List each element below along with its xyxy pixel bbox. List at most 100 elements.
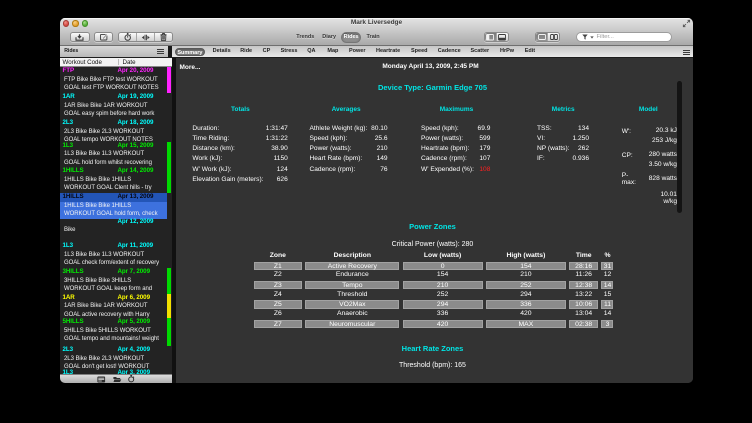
split-ride-button[interactable] [119, 33, 136, 41]
ride-description: 1AR Bike Bike 1AR WORKOUTGOAL active rec… [60, 302, 167, 319]
zone-cell: 154 [486, 262, 566, 270]
stat-value: 76 [380, 165, 387, 175]
ride-row[interactable]: FTPApr 20, 2009FTP Bike Bike FTP test WO… [60, 67, 167, 93]
stat-value: 80.10 [371, 124, 388, 134]
ride-row[interactable]: 1ARApr 6, 20091AR Bike Bike 1AR WORKOUTG… [60, 294, 167, 320]
split-arrows-icon [141, 34, 150, 41]
tab-details[interactable]: Details [213, 46, 231, 57]
tab-hrpw[interactable]: HrPw [500, 46, 514, 57]
tab-summary[interactable]: Summary [175, 48, 205, 56]
tabbed-view-button[interactable] [536, 33, 547, 41]
tab-cadence[interactable]: Cadence [438, 46, 461, 57]
stat-value: 149 [377, 154, 388, 164]
ride-row[interactable]: 5HILLSApr 5, 20095HILLS Bike 5HILLS WORK… [60, 318, 167, 344]
ride-row[interactable]: 1ARApr 19, 20091AR Bike Bike 1AR WORKOUT… [60, 93, 167, 119]
ride-color-bar [167, 167, 171, 193]
ride-description-line: 1AR Bike Bike 1AR WORKOUT [60, 102, 167, 111]
zone-cell: Neuromuscular [305, 320, 399, 328]
zone-row-z1: Z1Active Recovery015428:1631 [254, 262, 613, 272]
ride-row[interactable]: 1HILLSApr 14, 20091HILLS Bike Bike 1HILL… [60, 167, 167, 193]
ride-list: FTPApr 20, 2009FTP Bike Bike FTP test WO… [60, 67, 167, 375]
scope-trends[interactable]: Trends [296, 32, 314, 43]
toggle-sidebar-button[interactable] [485, 33, 496, 41]
ride-date: Apr 13, 2009 [118, 193, 154, 202]
tiled-view-button[interactable] [547, 33, 559, 41]
split-button[interactable] [136, 33, 154, 41]
ride-code: 5HILLS [63, 318, 84, 327]
col-workout-code[interactable]: Workout Code [63, 58, 102, 67]
delete-button[interactable] [154, 33, 172, 41]
tab-power[interactable]: Power [349, 46, 366, 57]
ride-code: 1HILLS [63, 193, 84, 202]
sidebar-menu-icon[interactable] [157, 49, 164, 54]
tabbed-view-icon [538, 34, 546, 40]
tab-stress[interactable]: Stress [281, 46, 298, 57]
tab-edit[interactable]: Edit [525, 46, 535, 57]
zones-header-cell: Low (watts) [403, 252, 483, 260]
stat-row: TSS:134 [537, 124, 589, 134]
tab-scatter[interactable]: Scatter [471, 46, 490, 57]
ride-description-line: GOAL test FTP WORKOUT NOTES [60, 84, 167, 93]
stat-label: Heart Rate (bpm): [310, 155, 363, 162]
view-style-group [535, 32, 560, 42]
stat-label: CP: [622, 152, 635, 159]
ride-code: 1L3 [63, 142, 74, 151]
summary-card-icon[interactable] [97, 376, 106, 383]
ride-row[interactable]: 1L3Apr 11, 20091L3 Bike Bike 1L3 WORKOUT… [60, 242, 167, 268]
folder-icon[interactable] [113, 376, 122, 383]
ride-description: 1AR Bike Bike 1AR WORKOUTGOAL easy spim … [60, 102, 167, 119]
ride-description-line: 1HILLS Bike Bike 1HILLS [60, 176, 167, 185]
zone-row-z4: Z4Threshold25229413:2215 [254, 291, 613, 301]
ride-code: 1AR [63, 294, 75, 303]
ride-code: FTP [63, 67, 75, 76]
zone-cell: 154 [403, 271, 483, 279]
ride-description: FTP Bike Bike FTP test WORKOUTGOAL test … [60, 76, 167, 93]
ride-date: Apr 18, 2009 [118, 119, 154, 128]
fullscreen-icon[interactable] [683, 20, 690, 27]
zone-row-z6: Z6Anaerobic33642013:0414 [254, 310, 613, 320]
col-date[interactable]: Date [123, 58, 136, 67]
zone-cell: 13:04 [569, 310, 598, 318]
ride-row[interactable]: 1L3Apr 15, 20091L3 Bike Bike 1L3 WORKOUT… [60, 142, 167, 168]
zone-cell: 210 [403, 281, 483, 289]
content-scrollbar[interactable] [677, 81, 682, 213]
ride-description-line: 1L3 Bike Bike 1L3 WORKOUT [60, 251, 167, 260]
ride-row[interactable]: 1HILLSApr 13, 20091HILLS Bike Bike 1HILL… [60, 193, 167, 219]
stat-label: Power (watts): [310, 145, 352, 152]
tab-cp[interactable]: CP [263, 46, 271, 57]
stat-value: 179 [479, 144, 490, 154]
stat-value: 3.50 w/kg [649, 162, 677, 168]
stat-label: Speed (kph): [421, 125, 459, 132]
import-button[interactable] [70, 32, 90, 42]
scope-diary[interactable]: Diary [322, 32, 336, 43]
stat-row: Power (watts):599 [421, 134, 490, 144]
stat-row: Distance (km):38.90 [192, 144, 287, 154]
section-title-metrics: Metrics [552, 106, 575, 113]
ride-color-bar [167, 142, 171, 168]
toggle-bottombar-button[interactable] [496, 33, 508, 41]
stat-row: W':20.3 kJ [622, 128, 677, 135]
stat-label: TSS: [537, 125, 552, 132]
ride-row[interactable]: 3HILLSApr 7, 20093HILLS Bike Bike 3HILLS… [60, 268, 167, 294]
manual-entry-button[interactable] [94, 32, 113, 42]
interval-stopwatch-icon[interactable] [128, 375, 135, 383]
tab-map[interactable]: Map [327, 46, 338, 57]
ride-date: Apr 4, 2009 [118, 346, 150, 355]
rides-sidebar: Workout Code Date FTPApr 20, 2009FTP Bik… [60, 58, 172, 384]
section-title-totals: Totals [231, 106, 250, 113]
ride-row[interactable]: Apr 12, 2009Bike [60, 218, 167, 244]
stat-value: 1:31:22 [266, 134, 288, 144]
zone-cell: 252 [403, 291, 483, 299]
filter-field[interactable]: Filter... [576, 32, 672, 42]
tab-ride[interactable]: Ride [240, 46, 252, 57]
tab-heartrate[interactable]: Heartrate [376, 46, 400, 57]
scope-train[interactable]: Train [367, 32, 380, 43]
tab-speed[interactable]: Speed [411, 46, 428, 57]
ride-actions-group [118, 32, 173, 42]
stat-row: Heartrate (bpm):179 [421, 144, 490, 154]
tab-qa[interactable]: QA [307, 46, 315, 57]
zone-cell: 15 [601, 291, 613, 299]
zone-cell: 294 [403, 300, 483, 308]
tabs-menu-icon[interactable] [683, 50, 690, 55]
scope-rides[interactable]: Rides [341, 32, 361, 43]
